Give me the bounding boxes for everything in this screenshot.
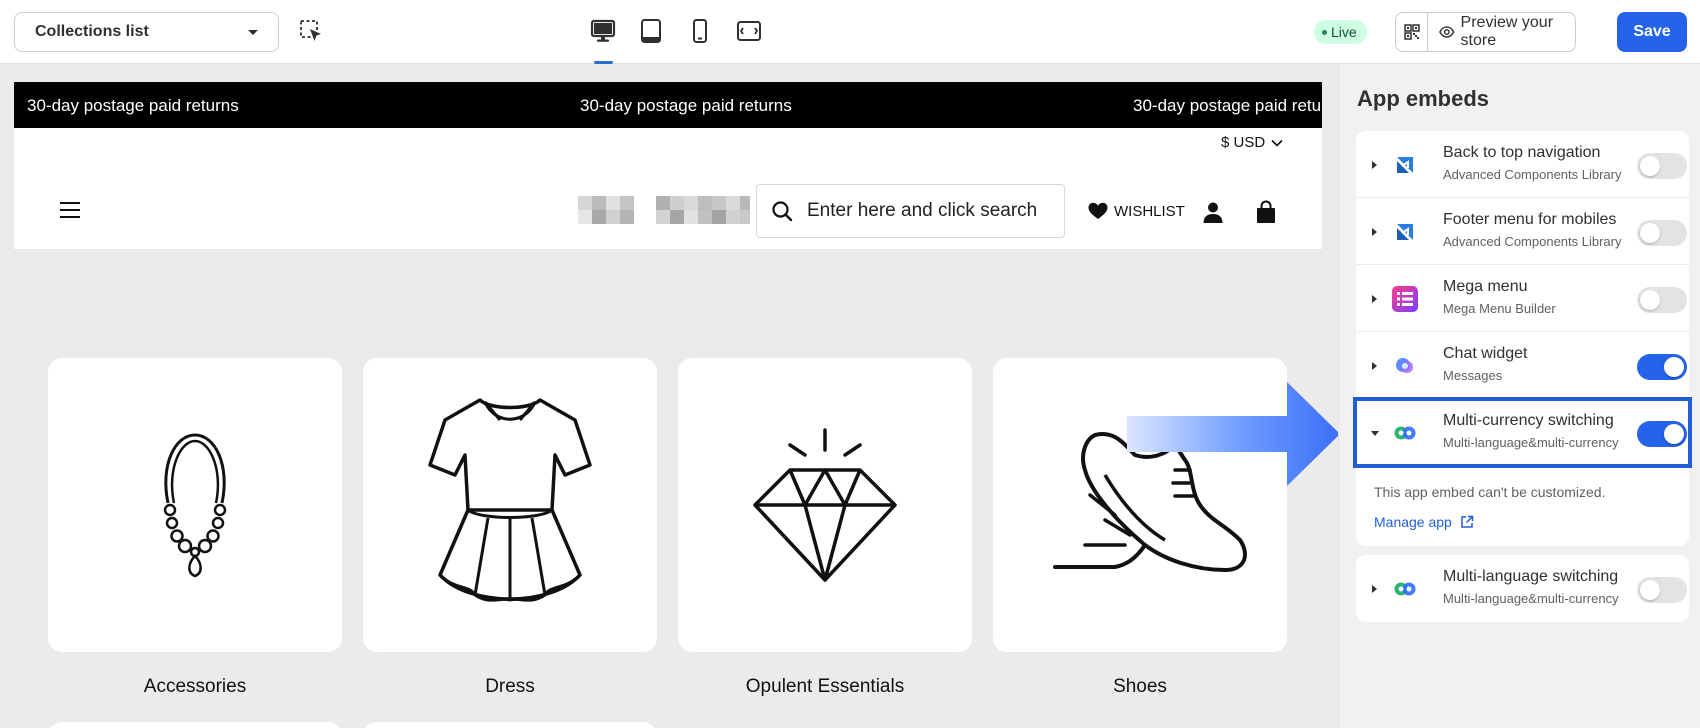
currency-app-icon [1392, 420, 1418, 446]
embed-row-footer-menu[interactable]: Footer menu for mobiles Advanced Compone… [1356, 198, 1689, 265]
embed-toggle[interactable] [1637, 577, 1687, 603]
embed-row-multi-language[interactable]: Multi-language switching Multi-language&… [1356, 555, 1689, 622]
hamburger-menu-icon[interactable] [60, 202, 80, 220]
panel-title: App embeds [1357, 86, 1490, 111]
mobile-view-icon[interactable] [685, 16, 715, 46]
caret-down-icon [1371, 431, 1379, 436]
tablet-view-icon[interactable] [636, 16, 666, 46]
live-badge-label: Live [1331, 24, 1357, 40]
heart-icon [1088, 202, 1108, 219]
embed-toggle[interactable] [1637, 287, 1687, 313]
manage-app-label: Manage app [1374, 514, 1452, 530]
collection-card-shoes[interactable] [993, 358, 1287, 652]
store-preview-frame: 30-day postage paid returns 30-day posta… [14, 82, 1322, 728]
embed-title: Back to top navigation [1443, 144, 1601, 161]
wishlist-label: WISHLIST [1114, 202, 1185, 220]
menu-app-icon [1392, 286, 1418, 312]
currency-selector[interactable]: $ USD [1221, 134, 1283, 151]
embed-toggle[interactable] [1637, 421, 1687, 447]
collection-card-opulent-essentials[interactable] [678, 358, 972, 652]
active-device-indicator [594, 61, 613, 64]
embed-details: This app embed can't be customized. Mana… [1356, 466, 1689, 546]
page-select-value: Collections list [35, 23, 149, 40]
embed-subtitle: Multi-language&multi-currency [1443, 591, 1619, 606]
live-status-badge: Live [1314, 20, 1367, 44]
cart-bag-icon[interactable] [1254, 200, 1278, 224]
qr-code-icon[interactable] [1396, 13, 1428, 51]
fullscreen-view-icon[interactable] [734, 16, 764, 46]
announcement-text: 30-day postage paid returns [1133, 96, 1322, 115]
embed-toggle[interactable] [1637, 220, 1687, 246]
embed-note: This app embed can't be customized. [1374, 484, 1606, 500]
announcement-text: 30-day postage paid returns [580, 96, 792, 115]
caret-right-icon [1372, 585, 1377, 593]
chat-app-icon [1392, 353, 1418, 379]
search-placeholder: Enter here and click search [807, 200, 1038, 221]
embed-toggle[interactable] [1637, 354, 1687, 380]
collection-label[interactable]: Dress [363, 676, 657, 698]
next-row-card [363, 722, 657, 728]
dress-icon [428, 398, 592, 602]
embed-title: Footer menu for mobiles [1443, 211, 1617, 228]
app-embeds-list: Back to top navigation Advanced Componen… [1353, 131, 1692, 546]
store-logo[interactable] [578, 194, 750, 230]
announcement-text: 30-day postage paid returns [27, 96, 239, 115]
collection-label[interactable]: Accessories [48, 676, 342, 698]
currency-app-icon [1392, 576, 1418, 602]
caret-right-icon [1372, 295, 1377, 303]
embed-title: Mega menu [1443, 278, 1528, 295]
page-select-dropdown[interactable]: Collections list [14, 12, 279, 52]
collection-card-accessories[interactable] [48, 358, 342, 652]
arrow-app-icon [1392, 219, 1418, 245]
external-link-icon [1461, 515, 1474, 528]
next-row-card [48, 722, 342, 728]
preview-store-button[interactable]: Preview your store [1428, 13, 1575, 51]
store-search-input[interactable]: Enter here and click search [756, 184, 1065, 238]
embed-subtitle: Advanced Components Library [1443, 234, 1622, 249]
caret-right-icon [1372, 228, 1377, 236]
embed-subtitle: Multi-language&multi-currency [1443, 435, 1619, 450]
necklace-icon [163, 433, 227, 578]
embed-row-chat-widget[interactable]: Chat widget Messages [1356, 332, 1689, 399]
collection-card-dress[interactable] [363, 358, 657, 652]
announcement-bar: 30-day postage paid returns 30-day posta… [14, 82, 1322, 128]
sneaker-icon [1053, 432, 1247, 572]
caret-down-icon [248, 30, 258, 35]
embed-toggle[interactable] [1637, 153, 1687, 179]
collection-label[interactable]: Shoes [993, 676, 1287, 698]
embed-subtitle: Advanced Components Library [1443, 167, 1622, 182]
status-dot-icon [1322, 29, 1327, 35]
editor-topbar: Collections list Live Preview your store… [0, 0, 1700, 64]
app-embeds-list: Multi-language switching Multi-language&… [1356, 555, 1689, 622]
chevron-down-icon [1271, 139, 1283, 147]
diamond-icon [753, 428, 897, 582]
embed-subtitle: Mega Menu Builder [1443, 301, 1556, 316]
caret-right-icon [1372, 161, 1377, 169]
inspector-cursor-icon[interactable] [298, 18, 324, 44]
app-embeds-panel: App embeds Back to top navigation Advanc… [1338, 64, 1700, 728]
embed-subtitle: Messages [1443, 368, 1503, 383]
manage-app-link[interactable]: Manage app [1374, 514, 1474, 530]
account-icon[interactable] [1201, 200, 1225, 224]
currency-label: $ USD [1221, 134, 1266, 151]
eye-icon [1439, 26, 1455, 38]
preview-store-label: Preview your store [1460, 14, 1554, 49]
store-header: $ USD Enter here and click search WISHLI… [14, 128, 1322, 250]
collection-label[interactable]: Opulent Essentials [678, 676, 972, 698]
caret-right-icon [1372, 362, 1377, 370]
embed-row-mega-menu[interactable]: Mega menu Mega Menu Builder [1356, 265, 1689, 332]
desktop-view-icon[interactable] [588, 16, 618, 46]
embed-title: Chat widget [1443, 345, 1528, 362]
embed-title: Multi-currency switching [1443, 412, 1614, 429]
wishlist-link[interactable]: WISHLIST [1088, 202, 1185, 220]
embed-row-back-to-top[interactable]: Back to top navigation Advanced Componen… [1356, 131, 1689, 198]
embed-title: Multi-language switching [1443, 568, 1619, 585]
embed-row-multi-currency[interactable]: Multi-currency switching Multi-language&… [1353, 397, 1692, 468]
arrow-app-icon [1392, 152, 1418, 178]
save-button[interactable]: Save [1617, 12, 1687, 52]
preview-button-group: Preview your store [1395, 12, 1576, 52]
search-icon [772, 201, 793, 222]
